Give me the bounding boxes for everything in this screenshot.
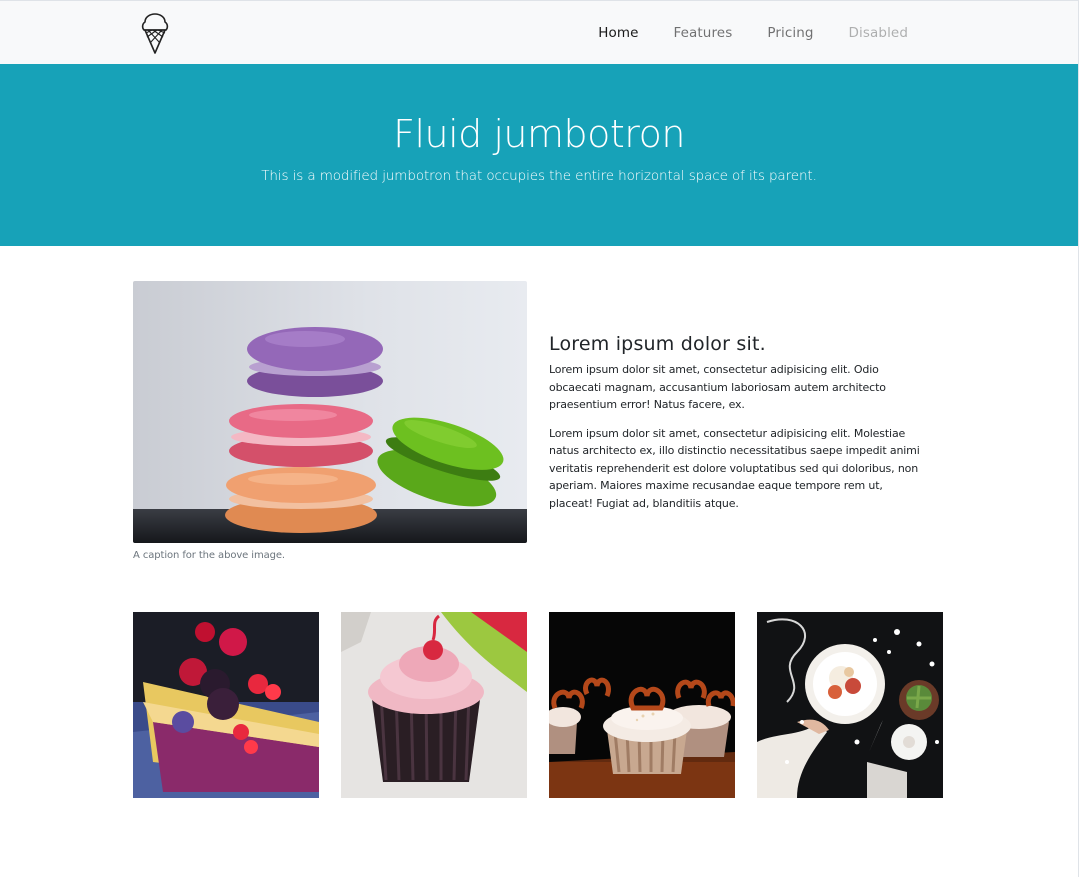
feature-heading: Lorem ipsum dolor sit. (549, 333, 766, 355)
page: Home Features Pricing Disabled Fluid jum… (0, 0, 1079, 877)
figure-caption: A caption for the above image. (133, 550, 286, 561)
feature-paragraph: Lorem ipsum dolor sit amet, consectetur … (549, 426, 920, 510)
feature-text: Lorem ipsum dolor sit. Lorem ipsum dolor… (549, 333, 929, 523)
nav-link-pricing[interactable]: Pricing (767, 25, 813, 41)
nav-link-home[interactable]: Home (598, 25, 638, 41)
pink-cupcake-thumbnail[interactable] (341, 612, 527, 798)
main-nav: Home Features Pricing Disabled (563, 1, 908, 64)
jumbotron-lead: This is a modified jumbotron that occupi… (261, 168, 817, 184)
nav-link-features[interactable]: Features (673, 25, 732, 41)
berry-cake-thumbnail[interactable] (133, 612, 319, 798)
dessert-flatlay-thumbnail[interactable] (757, 612, 943, 798)
brand-logo[interactable] (140, 11, 170, 55)
jumbotron: Fluid jumbotron This is a modified jumbo… (0, 64, 1078, 246)
ice-cream-cone-icon (141, 13, 169, 54)
nav-link-disabled: Disabled (848, 24, 908, 41)
pretzel-cupcakes-thumbnail[interactable] (549, 612, 735, 798)
macarons-image (133, 281, 527, 543)
jumbotron-title: Fluid jumbotron (393, 112, 685, 156)
navbar: Home Features Pricing Disabled (0, 1, 1078, 64)
feature-figure: A caption for the above image. (133, 281, 527, 561)
thumbnail-gallery (133, 612, 943, 798)
feature-paragraph: Lorem ipsum dolor sit amet, consectetur … (549, 363, 886, 411)
